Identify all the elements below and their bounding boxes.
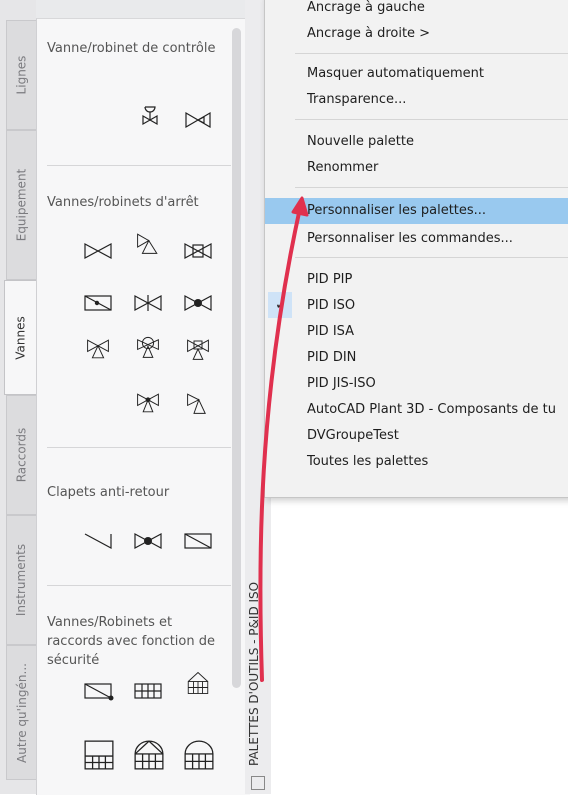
- control-valve-alt-icon[interactable]: [183, 109, 213, 133]
- palette-scrollbar[interactable]: [232, 28, 241, 688]
- menu-item-dock-left[interactable]: Ancrage à gauche: [265, 0, 568, 21]
- swing-check-valve-icon[interactable]: [183, 529, 213, 553]
- section-title: Vanne/robinet de contrôle: [47, 41, 216, 56]
- menu-item-transparency[interactable]: Transparence...: [265, 87, 568, 113]
- tab-instruments[interactable]: Instruments: [6, 515, 36, 645]
- drawing-area: [271, 496, 568, 794]
- menu-separator: [295, 257, 568, 258]
- tab-label: Equipement: [14, 168, 29, 242]
- checkmark-icon: ✓: [275, 297, 287, 313]
- rupture-disc-icon[interactable]: [133, 679, 163, 703]
- tab-equipement[interactable]: Equipement: [6, 130, 36, 280]
- flame-arrester-icon[interactable]: [183, 671, 213, 695]
- menu-separator: [295, 119, 568, 120]
- tab-label: Autre qu'ingén...: [14, 662, 29, 763]
- three-way-valve-icon[interactable]: [83, 337, 113, 361]
- gate-valve-icon[interactable]: [83, 239, 113, 263]
- globe-valve-icon[interactable]: [183, 291, 213, 315]
- section-title: Vannes/robinets d'arrêt: [47, 195, 199, 210]
- divider: [47, 585, 231, 586]
- menu-item-label: Toutes les palettes: [307, 454, 429, 469]
- menu-item-rename[interactable]: Renommer: [265, 155, 568, 181]
- check-valve-icon[interactable]: [83, 529, 113, 553]
- palette-title-text: PALETTES D'OUTILS - P&ID ISO: [247, 581, 261, 766]
- angle-valve-icon[interactable]: [133, 231, 163, 255]
- palette-tabs: Lignes Equipement Vannes Raccords Instru…: [0, 0, 37, 794]
- menu-item-label: PID JIS-ISO: [307, 376, 376, 391]
- menu-item-customize-commands[interactable]: Personnaliser les commandes...: [265, 226, 568, 252]
- menu-item-autocad-plant[interactable]: AutoCAD Plant 3D - Composants de tu: [265, 397, 568, 423]
- tab-autre[interactable]: Autre qu'ingén...: [6, 645, 36, 780]
- tab-label: Vannes: [14, 315, 29, 360]
- section-title: Clapets anti-retour: [47, 485, 170, 500]
- tab-lignes[interactable]: Lignes: [6, 20, 36, 130]
- menu-item-label: Transparence...: [307, 92, 407, 107]
- pinch-valve-icon[interactable]: [183, 337, 213, 361]
- ball-check-valve-icon[interactable]: [133, 529, 163, 553]
- menu-item-label: AutoCAD Plant 3D - Composants de tu: [307, 402, 557, 417]
- tab-raccords[interactable]: Raccords: [6, 395, 36, 515]
- tab-vannes[interactable]: Vannes: [4, 280, 37, 395]
- menu-item-pid-isa[interactable]: PID ISA: [265, 319, 568, 345]
- safety-valve-icon[interactable]: [83, 679, 114, 703]
- menu-item-pid-din[interactable]: PID DIN: [265, 345, 568, 371]
- menu-item-label: Personnaliser les palettes...: [307, 203, 487, 218]
- section-title: Vannes/Robinets et raccords avec fonctio…: [47, 615, 215, 668]
- menu-item-customize-palettes[interactable]: Personnaliser les palettes...: [265, 198, 568, 224]
- divider: [47, 447, 231, 448]
- palette-properties-icon[interactable]: [251, 776, 265, 790]
- angle-relief-valve-icon[interactable]: [183, 391, 213, 415]
- relief-valve-icon[interactable]: [133, 391, 163, 415]
- menu-item-dock-right[interactable]: Ancrage à droite >: [265, 21, 568, 47]
- menu-item-label: PID DIN: [307, 350, 357, 365]
- menu-item-label: Personnaliser les commandes...: [307, 231, 513, 246]
- menu-separator: [295, 187, 568, 188]
- sliding-gate-valve-icon[interactable]: [83, 291, 113, 315]
- palette-content: Vanne/robinet de contrôle Vannes/robinet…: [36, 18, 250, 795]
- menu-item-label: Renommer: [307, 160, 379, 175]
- menu-item-pid-pip[interactable]: PID PIP: [265, 267, 568, 293]
- tab-label: Instruments: [14, 543, 29, 617]
- menu-item-pid-jis-iso[interactable]: PID JIS-ISO: [265, 371, 568, 397]
- menu-item-new-palette[interactable]: Nouvelle palette: [265, 129, 568, 155]
- diaphragm-valve-icon[interactable]: [133, 335, 163, 359]
- breather-valve-icon[interactable]: [83, 739, 115, 771]
- context-menu: Ancrage à gauche Ancrage à droite > Masq…: [264, 0, 568, 498]
- pressure-vacuum-icon[interactable]: [183, 739, 215, 771]
- vent-valve-icon[interactable]: [133, 739, 165, 771]
- menu-item-label: PID ISA: [307, 324, 355, 339]
- menu-item-auto-hide[interactable]: Masquer automatiquement: [265, 61, 568, 87]
- menu-item-pid-iso[interactable]: PID ISO: [265, 293, 568, 319]
- menu-item-all-palettes[interactable]: Toutes les palettes: [265, 449, 568, 475]
- menu-item-label: Masquer automatiquement: [307, 66, 485, 81]
- menu-item-label: PID PIP: [307, 272, 353, 287]
- menu-item-label: Nouvelle palette: [307, 134, 414, 149]
- tab-label: Raccords: [14, 427, 29, 483]
- plug-valve-icon[interactable]: [183, 239, 213, 263]
- menu-item-label: Ancrage à droite >: [307, 26, 431, 41]
- menu-item-label: Ancrage à gauche: [307, 0, 425, 15]
- needle-valve-icon[interactable]: [133, 291, 163, 315]
- control-valve-icon[interactable]: [137, 105, 167, 129]
- menu-separator: [295, 53, 568, 54]
- divider: [47, 165, 231, 166]
- menu-item-label: DVGroupeTest: [307, 428, 399, 443]
- menu-item-label: PID ISO: [307, 298, 356, 313]
- menu-item-dvgroupetest[interactable]: DVGroupeTest: [265, 423, 568, 449]
- tab-label: Lignes: [14, 55, 29, 95]
